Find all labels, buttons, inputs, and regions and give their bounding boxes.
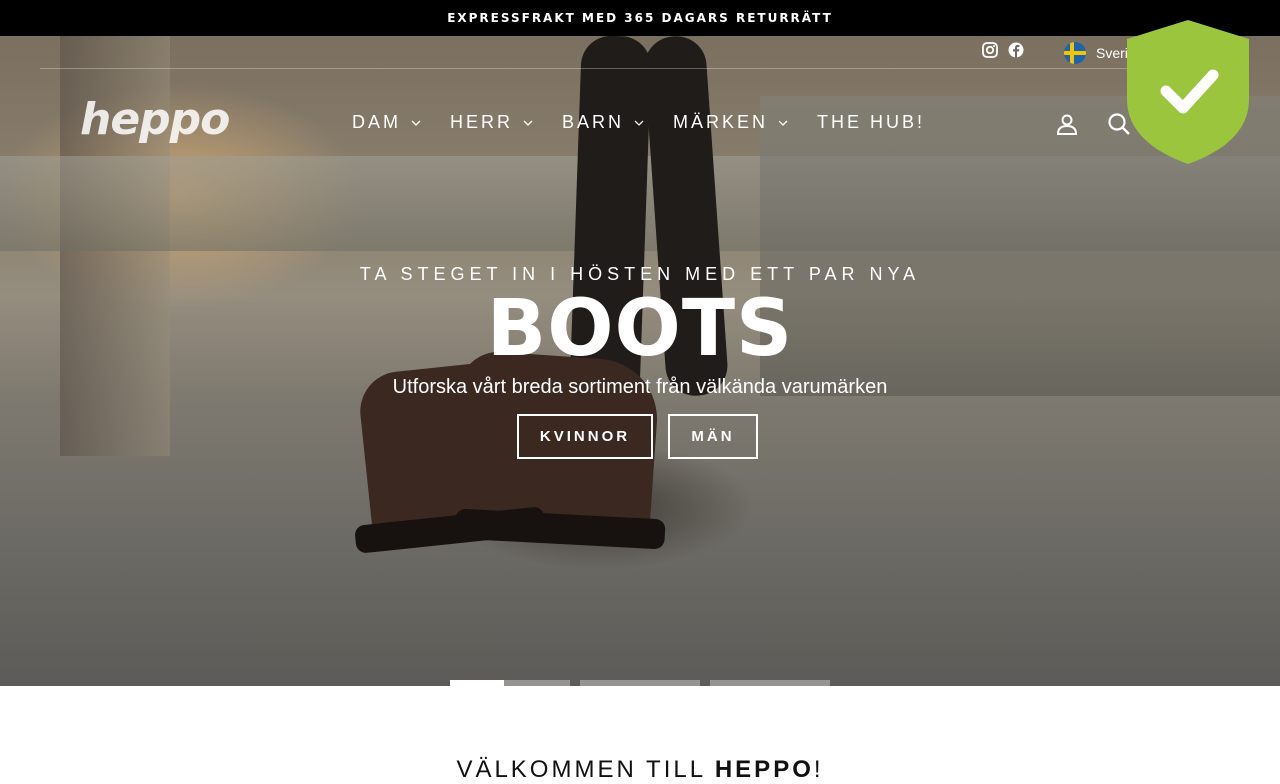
welcome-heading: VÄLKOMMEN TILL HEPPO! [0,756,1280,784]
hero-eyebrow: TA STEGET IN I HÖSTEN MED ETT PAR NYA [359,264,921,284]
main-nav: DAM HERR BARN MÄRKEN THE HUB! [352,112,954,133]
nav-item-barn[interactable]: BARN [562,112,644,133]
slide-indicators [450,680,830,686]
nav-item-label: BARN [562,112,625,132]
nav-item-label: HERR [450,112,514,132]
nav-item-herr[interactable]: HERR [450,112,533,133]
account-button[interactable] [1055,112,1079,141]
shield-check-icon[interactable] [1126,19,1250,165]
facebook-icon [1008,42,1024,58]
nav-item-marken[interactable]: MÄRKEN [673,112,788,133]
hero-banner: Sverige heppo DAM HERR BARN MÄRKEN THE H… [0,36,1280,686]
sweden-flag-icon [1064,42,1086,64]
logo[interactable]: heppo [80,94,230,145]
nav-item-label: THE HUB! [817,112,926,132]
chevron-down-icon [523,120,533,126]
shop-men-button[interactable]: MÄN [668,414,758,459]
chevron-down-icon [411,120,421,126]
nav-item-the-hub[interactable]: THE HUB! [817,112,925,133]
welcome-suffix: ! [813,756,824,783]
facebook-link[interactable] [1008,42,1024,58]
slide-indicator-2[interactable] [580,680,700,686]
account-icon [1056,114,1078,135]
slide-indicator-3[interactable] [710,680,830,686]
slide-progress-fill [450,680,504,686]
chevron-down-icon [778,120,788,126]
announcement-bar: EXPRESSFRAKT MED 365 DAGARS RETURRÄTT [0,0,1280,36]
instagram-link[interactable] [982,42,998,58]
nav-item-dam[interactable]: DAM [352,112,421,133]
shop-women-button[interactable]: KVINNOR [517,414,653,459]
nav-item-label: DAM [352,112,401,132]
hero-headline: BOOTS [486,284,794,374]
instagram-icon [982,42,998,58]
slide-indicator-1[interactable] [450,680,570,686]
hero-subtitle: Utforska vårt breda sortiment från välkä… [392,376,888,398]
announcement-text: EXPRESSFRAKT MED 365 DAGARS RETURRÄTT [447,11,833,25]
nav-item-label: MÄRKEN [673,112,769,132]
header-divider [40,68,1240,69]
welcome-prefix: VÄLKOMMEN TILL [456,756,715,783]
chevron-down-icon [634,120,644,126]
welcome-brand: HEPPO [714,756,814,783]
